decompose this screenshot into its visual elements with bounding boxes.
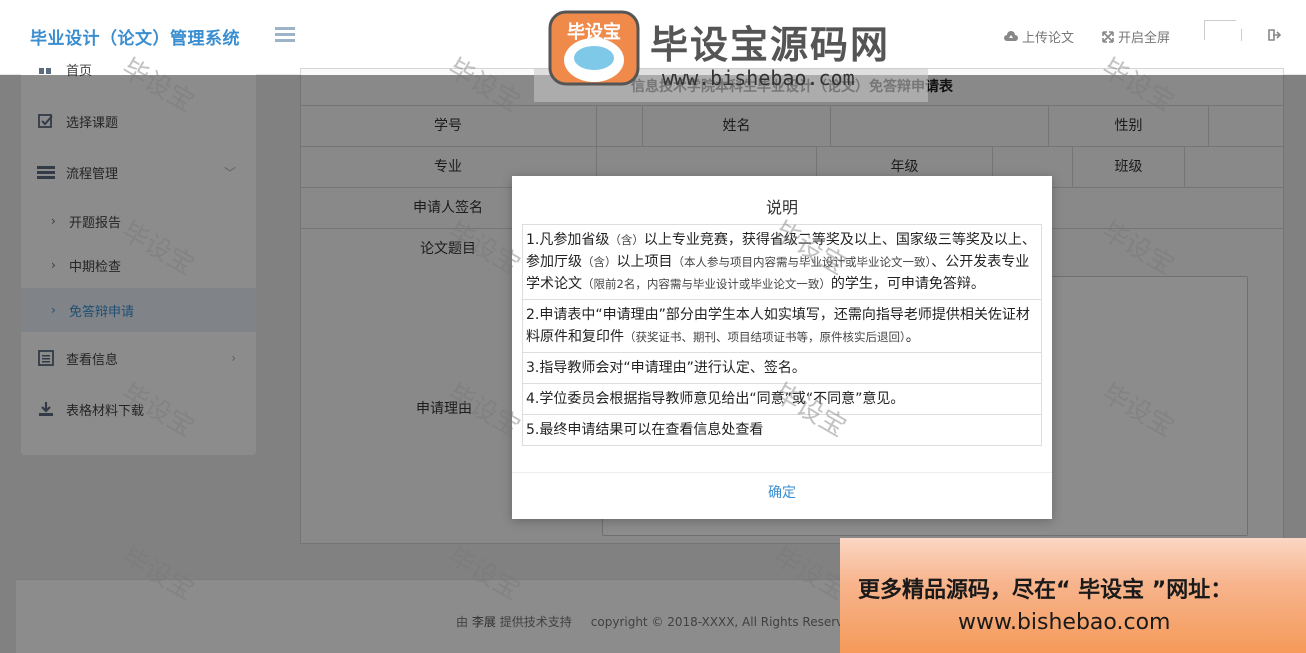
- rule-text: 1.凡参加省级: [526, 232, 610, 248]
- menu-toggle-icon[interactable]: [275, 27, 295, 43]
- fullscreen-label: 开启全屏: [1118, 31, 1171, 46]
- rule-note: （含）: [609, 233, 644, 247]
- watermark-badge-icon: 毕设宝: [548, 10, 640, 86]
- rule-text: 4.学位委员会根据指导教师意见给出“同意”或“不同意”意见。: [526, 391, 905, 407]
- logout-icon[interactable]: [1267, 28, 1281, 42]
- promo-line2: www.bishebao.com: [958, 610, 1171, 635]
- rules-table: 1.凡参加省级（含）以上专业竞赛，获得省级二等奖及以上、国家级三等奖及以上、参加…: [522, 224, 1042, 446]
- badge-text: 毕设宝: [567, 21, 621, 43]
- upload-label: 上传论文: [1022, 31, 1075, 46]
- avatar[interactable]: [1204, 20, 1236, 40]
- rule-note: （含）: [582, 255, 617, 269]
- expand-icon: [1102, 30, 1114, 43]
- cloud-upload-icon: [1004, 30, 1018, 41]
- header-divider: [1241, 29, 1242, 41]
- confirm-button[interactable]: 确定: [512, 482, 1052, 502]
- watermark-logo-title: 毕设宝源码网: [650, 23, 891, 67]
- instructions-modal: 说明 1.凡参加省级（含）以上专业竞赛，获得省级二等奖及以上、国家级三等奖及以上…: [512, 176, 1052, 519]
- rule-text: 以上项目: [616, 254, 673, 270]
- modal-divider: [512, 472, 1052, 473]
- watermark-logo: 毕设宝 毕设宝源码网 www.bishebao.com: [546, 8, 926, 100]
- rule-text: 5.最终申请结果可以在查看信息处查看: [526, 422, 764, 438]
- rule-text: 的学生，可申请免答辩。: [830, 276, 985, 292]
- promo-banner: 更多精品源码，尽在“ 毕设宝 ”网址： www.bishebao.com: [840, 538, 1306, 653]
- promo-line1: 更多精品源码，尽在“ 毕设宝 ”网址：: [858, 578, 1233, 603]
- app-title[interactable]: 毕业设计（论文）管理系统: [30, 24, 240, 49]
- upload-thesis-button[interactable]: 上传论文: [1004, 27, 1074, 46]
- rule-item: 2.申请表中“申请理由”部分由学生本人如实填写，还需向指导老师提供相关佐证材料原…: [523, 300, 1041, 353]
- fullscreen-button[interactable]: 开启全屏: [1102, 27, 1170, 46]
- modal-title: 说明: [765, 198, 798, 217]
- rule-item: 3.指导教师会对“申请理由”进行认定、签名。: [523, 353, 1041, 384]
- rule-item: 1.凡参加省级（含）以上专业竞赛，获得省级二等奖及以上、国家级三等奖及以上、参加…: [523, 225, 1041, 300]
- rule-note: （本人参与项目内容需与毕业设计或毕业论文一致）: [672, 255, 932, 269]
- watermark-logo-url: www.bishebao.com: [662, 66, 855, 90]
- rule-note: （限前2名，内容需与毕业设计或毕业论文一致）: [582, 277, 831, 291]
- rule-text: 。: [905, 329, 920, 345]
- rule-item: 5.最终申请结果可以在查看信息处查看: [523, 415, 1041, 445]
- rule-note: （获奖证书、期刊、项目结项证书等，原件核实后退回）: [624, 330, 906, 344]
- rule-item: 4.学位委员会根据指导教师意见给出“同意”或“不同意”意见。: [523, 384, 1041, 415]
- rule-text: 3.指导教师会对“申请理由”进行认定、签名。: [526, 360, 806, 376]
